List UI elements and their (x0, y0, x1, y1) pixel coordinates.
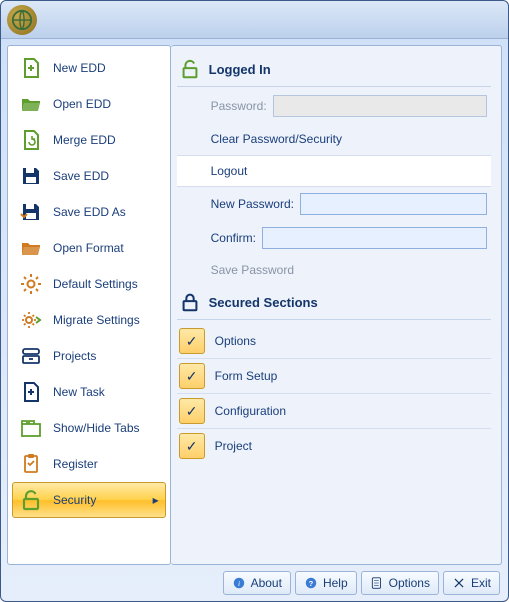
secured-section-item[interactable]: ✓ Options (177, 324, 491, 359)
menu-item-label: Projects (53, 349, 96, 363)
menu-item-label: Default Settings (53, 277, 138, 291)
submenu-arrow-icon: ▸ (153, 493, 159, 507)
menu-item-save-edd[interactable]: Save EDD (12, 158, 166, 194)
check-toggle[interactable]: ✓ (179, 363, 205, 389)
titlebar (1, 1, 508, 39)
about-button[interactable]: i About (223, 571, 291, 595)
menu-item-show-hide-tabs[interactable]: Show/Hide Tabs (12, 410, 166, 446)
file-plus-icon (19, 380, 43, 404)
menu-item-label: New EDD (53, 61, 106, 75)
menu-item-security[interactable]: Security ▸ (12, 482, 166, 518)
padlock-icon (179, 291, 201, 313)
menu-item-label: Open EDD (53, 97, 111, 111)
clear-password-link[interactable]: Clear Password/Security (177, 123, 491, 155)
padlock-open-icon (19, 488, 43, 512)
app-logo-icon[interactable] (7, 5, 37, 35)
exit-button[interactable]: Exit (443, 571, 500, 595)
menu-item-migrate-settings[interactable]: Migrate Settings (12, 302, 166, 338)
secured-section-label: Options (215, 334, 256, 348)
confirm-label: Confirm: (211, 231, 256, 245)
menu-item-label: Save EDD (53, 169, 109, 183)
check-toggle[interactable]: ✓ (179, 398, 205, 424)
clipboard-icon (19, 452, 43, 476)
secured-sections-list: ✓ Options ✓ Form Setup ✓ Configuration ✓ Projec… (177, 324, 491, 463)
options-button[interactable]: Options (361, 571, 439, 595)
close-icon (452, 576, 466, 590)
check-toggle[interactable]: ✓ (179, 433, 205, 459)
secured-section-label: Form Setup (215, 369, 278, 383)
new-password-row: New Password: (177, 187, 491, 221)
options-label: Options (389, 576, 430, 590)
secured-section-item[interactable]: ✓ Project (177, 429, 491, 463)
logged-in-header: Logged In (177, 52, 491, 87)
logged-in-title: Logged In (209, 62, 271, 77)
menu-item-save-edd-as[interactable]: Save EDD As (12, 194, 166, 230)
menu-item-label: Migrate Settings (53, 313, 140, 327)
svg-text:i: i (238, 579, 240, 588)
menu-item-new-edd[interactable]: New EDD (12, 50, 166, 86)
secured-sections-header: Secured Sections (177, 285, 491, 320)
app-window: New EDD Open EDD Merge EDD Save EDD Save EDD… (0, 0, 509, 602)
security-panel: Logged In Password: Clear Password/Secur… (171, 45, 502, 565)
logout-link[interactable]: Logout (177, 155, 491, 187)
menu-item-label: Register (53, 457, 98, 471)
svg-text:?: ? (309, 579, 314, 588)
menu-item-merge-edd[interactable]: Merge EDD (12, 122, 166, 158)
save-password-link[interactable]: Save Password (177, 255, 491, 285)
floppy-as-icon (19, 200, 43, 224)
check-toggle[interactable]: ✓ (179, 328, 205, 354)
new-password-input[interactable] (300, 193, 487, 215)
gear-arrow-icon (19, 308, 43, 332)
confirm-password-row: Confirm: (177, 221, 491, 255)
gear-icon (19, 272, 43, 296)
menu-item-projects[interactable]: Projects (12, 338, 166, 374)
options-icon (370, 576, 384, 590)
secured-section-item[interactable]: ✓ Form Setup (177, 359, 491, 394)
help-icon: ? (304, 576, 318, 590)
menu-item-label: Show/Hide Tabs (53, 421, 140, 435)
secured-section-label: Configuration (215, 404, 286, 418)
file-plus-icon (19, 56, 43, 80)
secured-section-label: Project (215, 439, 252, 453)
secured-sections-title: Secured Sections (209, 295, 318, 310)
password-label: Password: (211, 99, 267, 113)
drawer-icon (19, 344, 43, 368)
footer-bar: i About ? Help Options Exit (1, 571, 508, 601)
menu-item-label: Save EDD As (53, 205, 126, 219)
tabs-icon (19, 416, 43, 440)
password-input (273, 95, 487, 117)
menu-item-open-format[interactable]: Open Format (12, 230, 166, 266)
new-password-label: New Password: (211, 197, 294, 211)
help-button[interactable]: ? Help (295, 571, 357, 595)
exit-label: Exit (471, 576, 491, 590)
about-label: About (251, 576, 282, 590)
menu-item-label: Open Format (53, 241, 124, 255)
folder-open-icon (19, 236, 43, 260)
info-icon: i (232, 576, 246, 590)
menu-item-label: New Task (53, 385, 105, 399)
padlock-open-icon (179, 58, 201, 80)
menu-item-default-settings[interactable]: Default Settings (12, 266, 166, 302)
menu-item-new-task[interactable]: New Task (12, 374, 166, 410)
help-label: Help (323, 576, 348, 590)
content-area: New EDD Open EDD Merge EDD Save EDD Save EDD… (1, 39, 508, 571)
menu-item-register[interactable]: Register (12, 446, 166, 482)
main-menu: New EDD Open EDD Merge EDD Save EDD Save EDD… (7, 45, 171, 565)
folder-open-icon (19, 92, 43, 116)
floppy-icon (19, 164, 43, 188)
password-row: Password: (177, 89, 491, 123)
menu-item-label: Security (53, 493, 96, 507)
menu-item-open-edd[interactable]: Open EDD (12, 86, 166, 122)
menu-item-label: Merge EDD (53, 133, 116, 147)
secured-section-item[interactable]: ✓ Configuration (177, 394, 491, 429)
file-refresh-icon (19, 128, 43, 152)
confirm-password-input[interactable] (262, 227, 487, 249)
